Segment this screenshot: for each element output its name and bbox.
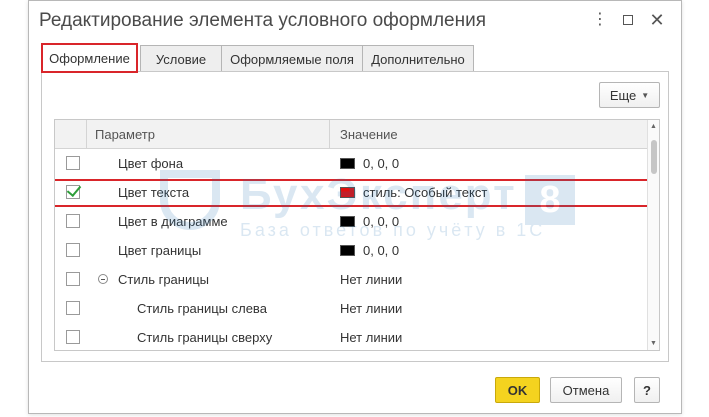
param-value[interactable]: 0, 0, 0 (340, 149, 399, 178)
cancel-button[interactable]: Отмена (550, 377, 622, 403)
param-name: Стиль границы (118, 272, 210, 287)
tab-condition[interactable]: Условие (140, 45, 222, 72)
row-checkbox[interactable] (66, 301, 80, 315)
table-row[interactable]: Стиль границы Нет линии (55, 265, 647, 294)
title-bar: Редактирование элемента условного оформл… (29, 1, 681, 41)
param-name: Стиль границы слева (137, 301, 267, 316)
param-value[interactable]: стиль: Особый текст (340, 178, 487, 207)
appearance-table: Параметр Значение Цвет фона 0, 0, 0 Цвет… (54, 119, 660, 351)
more-button[interactable]: Еще ▼ (599, 82, 660, 108)
ok-button[interactable]: OK (495, 377, 540, 403)
tab-bar: Оформление Условие Оформляемые поля Допо… (41, 43, 669, 73)
row-checkbox[interactable] (66, 243, 80, 257)
table-row[interactable]: Цвет границы 0, 0, 0 (55, 236, 647, 265)
table-row[interactable]: Цвет фона 0, 0, 0 (55, 149, 647, 178)
help-button[interactable]: ? (634, 377, 660, 403)
table-body: Цвет фона 0, 0, 0 Цвет текста стиль: Осо… (55, 149, 657, 350)
table-header: Параметр Значение (55, 120, 647, 149)
param-value-text: 0, 0, 0 (363, 214, 400, 229)
param-name: Стиль границы сверху (137, 330, 273, 345)
param-value-text: стиль: Особый текст (363, 185, 488, 200)
more-vertical-icon[interactable]: ⋮ (590, 10, 610, 30)
param-value-text: Нет линии (340, 301, 403, 316)
table-row[interactable]: Стиль границы слева Нет линии (55, 294, 647, 323)
scroll-down-icon[interactable]: ▼ (650, 340, 657, 347)
row-checkbox[interactable] (66, 185, 80, 199)
color-swatch (340, 158, 355, 169)
tab-formatted-fields[interactable]: Оформляемые поля (221, 45, 363, 72)
table-row[interactable]: Цвет текста стиль: Особый текст (55, 178, 657, 207)
scrollbar-thumb[interactable] (651, 140, 657, 174)
row-checkbox[interactable] (66, 214, 80, 228)
param-value[interactable]: Нет линии (340, 265, 402, 294)
table-row[interactable]: Стиль границы сверху Нет линии (55, 323, 647, 350)
param-value-text: 0, 0, 0 (363, 156, 400, 171)
param-value-text: Нет линии (340, 330, 403, 345)
color-swatch (340, 216, 355, 227)
chevron-down-icon: ▼ (641, 90, 650, 100)
table-row[interactable]: Цвет в диаграмме 0, 0, 0 (55, 207, 647, 236)
color-swatch (340, 245, 355, 256)
row-checkbox[interactable] (66, 156, 80, 170)
tab-additional[interactable]: Дополнительно (362, 45, 474, 72)
column-header-value[interactable]: Значение (340, 120, 398, 149)
more-button-label: Еще (609, 87, 637, 103)
param-name: Цвет в диаграмме (118, 214, 228, 229)
scroll-up-icon[interactable]: ▲ (650, 123, 657, 130)
color-swatch (340, 187, 355, 198)
window-title: Редактирование элемента условного оформл… (39, 10, 487, 31)
param-name: Цвет фона (118, 156, 184, 171)
row-checkbox[interactable] (66, 330, 80, 344)
param-value[interactable]: 0, 0, 0 (340, 207, 399, 236)
dialog-window: Редактирование элемента условного оформл… (28, 0, 682, 414)
row-checkbox[interactable] (66, 272, 80, 286)
param-name: Цвет границы (118, 243, 202, 258)
close-icon[interactable]: ✕ (647, 10, 667, 30)
vertical-scrollbar[interactable]: ▲ ▼ (647, 120, 659, 350)
tab-appearance[interactable]: Оформление (41, 43, 138, 73)
tab-panel: Еще ▼ Параметр Значение Цвет фона 0, 0, … (41, 71, 669, 362)
column-header-param[interactable]: Параметр (95, 120, 155, 149)
param-value-text: 0, 0, 0 (363, 243, 400, 258)
param-name: Цвет текста (118, 185, 190, 200)
param-value[interactable]: Нет линии (340, 294, 402, 323)
collapse-icon[interactable] (98, 274, 108, 284)
param-value[interactable]: 0, 0, 0 (340, 236, 399, 265)
maximize-icon[interactable] (618, 10, 638, 30)
param-value[interactable]: Нет линии (340, 323, 403, 350)
param-value-text: Нет линии (340, 272, 403, 287)
